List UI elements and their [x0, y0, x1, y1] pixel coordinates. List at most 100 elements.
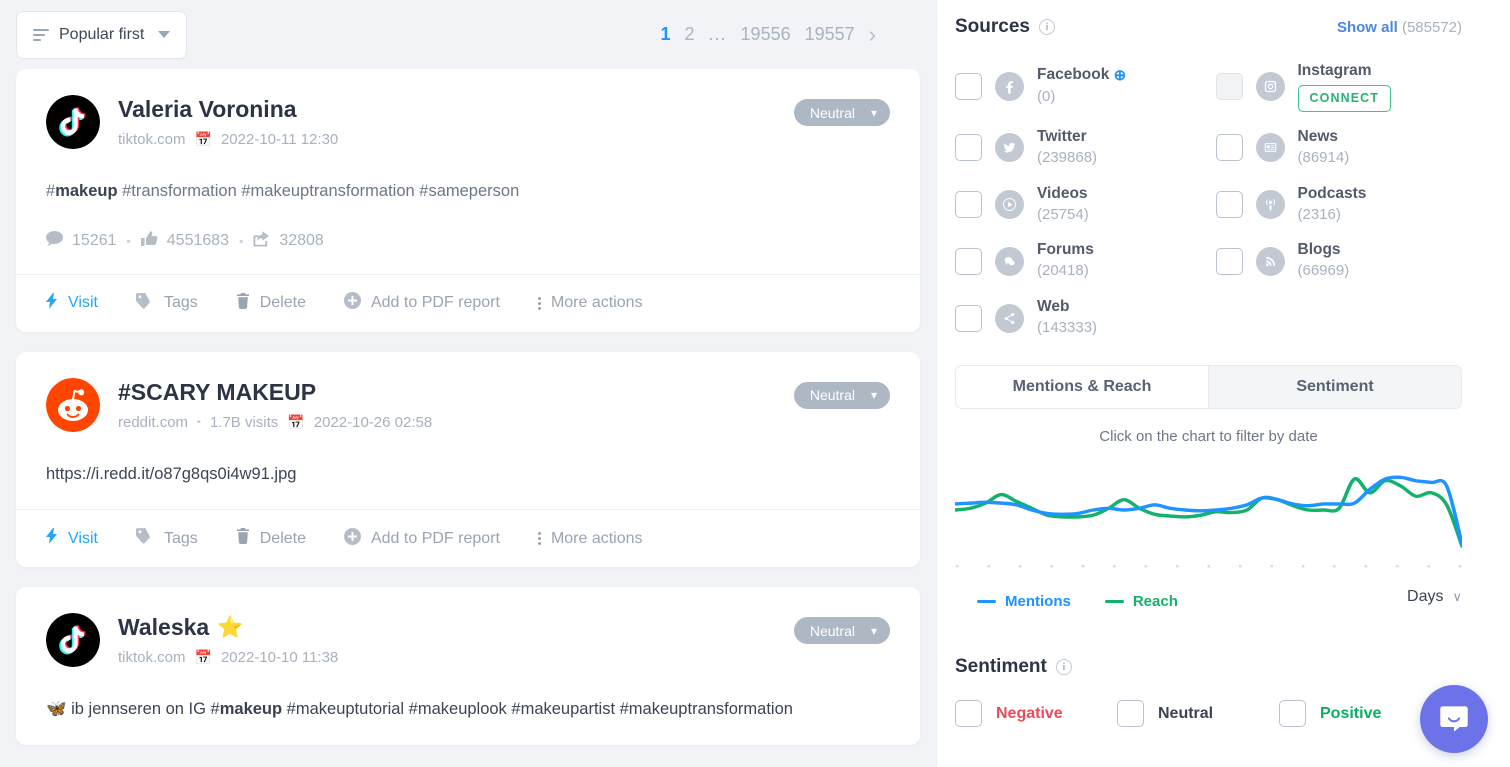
- mentions-feed-panel: Popular first 1 2 ... 19556 19557 › Vale…: [0, 0, 936, 767]
- more-actions-label: More actions: [550, 294, 643, 312]
- mention-text: https://i.redd.it/o87g8qs0i4w91.jpg: [46, 464, 297, 483]
- tab-mentions-reach[interactable]: Mentions & Reach: [956, 366, 1208, 408]
- mention-actions: Visit Tags Delete Add to PDF report More…: [16, 273, 920, 332]
- plus-circle-icon[interactable]: ⊕: [1114, 67, 1127, 84]
- source-web[interactable]: Web (143333): [955, 297, 1202, 339]
- status-badge[interactable]: Neutral ▾: [793, 617, 890, 645]
- source-news[interactable]: News (86914): [1215, 127, 1463, 169]
- mention-text: 🦋 ib jennseren on IG #makeup #makeuptuto…: [46, 697, 890, 723]
- next-page-chevron-icon[interactable]: ›: [869, 23, 876, 46]
- page-19556[interactable]: 19556: [741, 24, 791, 45]
- source-checkbox-blogs[interactable]: [1215, 247, 1243, 275]
- legend-reach[interactable]: Reach: [1104, 593, 1178, 611]
- page-2[interactable]: 2: [685, 24, 695, 45]
- source-count: (66969): [1297, 262, 1350, 280]
- comment-icon: [46, 231, 63, 251]
- granularity-dropdown[interactable]: Days ∨: [1407, 588, 1462, 606]
- source-label-twitter: Twitter (239868): [1037, 127, 1097, 169]
- delete-button[interactable]: Delete: [236, 292, 306, 314]
- mention-domain[interactable]: tiktok.com: [118, 649, 186, 666]
- lightning-icon: [46, 292, 58, 314]
- news-icon: [1255, 133, 1285, 163]
- plus-circle-icon: [343, 292, 361, 314]
- sentiment-checkbox-negative[interactable]: [955, 700, 982, 728]
- mention-meta: tiktok.com 📅 2022-10-11 12:30: [118, 131, 890, 148]
- visit-button[interactable]: Visit: [46, 292, 98, 314]
- chat-icon: [1440, 706, 1468, 732]
- sentiment-filter-positive[interactable]: Positive: [1279, 700, 1441, 728]
- instagram-connect-button[interactable]: CONNECT: [1297, 84, 1392, 112]
- source-twitter[interactable]: Twitter (239868): [955, 127, 1202, 169]
- more-actions-button[interactable]: More actions: [537, 529, 643, 548]
- chart-line-mentions: [955, 475, 1462, 547]
- tiktok-logo-icon: [46, 613, 100, 668]
- add-to-pdf-label: Add to PDF report: [370, 529, 500, 547]
- mention-text-highlight: makeup: [55, 182, 118, 200]
- sort-dropdown[interactable]: Popular first: [16, 10, 188, 59]
- visit-label: Visit: [68, 529, 98, 547]
- add-to-pdf-button[interactable]: Add to PDF report: [343, 527, 500, 550]
- mention-date: 2022-10-10 11:38: [220, 649, 339, 667]
- sentiment-label: Neutral: [809, 622, 855, 639]
- mention-domain[interactable]: reddit.com: [118, 414, 188, 431]
- mention-author[interactable]: #SCARY MAKEUP: [118, 379, 890, 405]
- tags-button[interactable]: Tags: [135, 292, 198, 314]
- source-checkbox-forums[interactable]: [955, 247, 982, 275]
- status-badge[interactable]: Neutral ▾: [793, 381, 890, 409]
- mentions-reach-chart[interactable]: [955, 459, 1462, 579]
- mention-domain[interactable]: tiktok.com: [118, 131, 186, 148]
- add-to-pdf-button[interactable]: Add to PDF report: [343, 292, 500, 314]
- tab-sentiment[interactable]: Sentiment: [1208, 366, 1461, 409]
- source-name: Web: [1037, 298, 1070, 316]
- facebook-icon: [995, 71, 1024, 101]
- status-badge[interactable]: Neutral ▾: [793, 99, 890, 126]
- legend-mentions[interactable]: Mentions: [977, 593, 1071, 610]
- more-actions-button[interactable]: More actions: [537, 294, 643, 312]
- sources-header: Sources i Show all (585572): [955, 16, 1462, 38]
- source-podcasts[interactable]: Podcasts (2316): [1215, 184, 1463, 226]
- source-checkbox-news[interactable]: [1215, 134, 1243, 162]
- page-1[interactable]: 1: [661, 24, 671, 45]
- page-ellipsis: ...: [708, 24, 727, 44]
- intercom-chat-button[interactable]: [1420, 685, 1488, 753]
- more-actions-label: More actions: [550, 529, 643, 547]
- source-videos[interactable]: Videos (25754): [955, 184, 1202, 226]
- show-all-sources-link[interactable]: Show all (585572): [1337, 19, 1462, 36]
- source-name: Facebook: [1037, 66, 1110, 84]
- tags-button[interactable]: Tags: [135, 528, 198, 549]
- legend-label-reach: Reach: [1132, 593, 1178, 611]
- delete-button[interactable]: Delete: [236, 528, 306, 549]
- mention-card-body: Valeria Voronina tiktok.com 📅 2022-10-11…: [16, 69, 920, 274]
- source-checkbox-facebook[interactable]: [955, 72, 982, 100]
- source-instagram[interactable]: Instagram CONNECT: [1215, 61, 1463, 112]
- source-checkbox-videos[interactable]: [955, 191, 982, 219]
- source-blogs[interactable]: Blogs (66969): [1215, 240, 1463, 282]
- visit-button[interactable]: Visit: [46, 528, 98, 549]
- mention-header: Waleska ⭐ tiktok.com 📅 2022-10-10 11:38 …: [46, 613, 890, 668]
- sentiment-filter-neutral[interactable]: Neutral: [1117, 700, 1279, 728]
- feed-toolbar: Popular first 1 2 ... 19556 19557 ›: [16, 0, 920, 69]
- mention-author[interactable]: Waleska ⭐: [118, 614, 890, 640]
- source-count: (25754): [1037, 205, 1089, 223]
- source-facebook[interactable]: Facebook ⊕ (0): [955, 61, 1202, 112]
- sentiment-filter-negative[interactable]: Negative: [955, 700, 1117, 728]
- source-count: (2316): [1297, 205, 1341, 223]
- source-name: Instagram: [1297, 62, 1372, 79]
- sort-list-icon: [33, 28, 49, 41]
- source-name: News: [1297, 127, 1339, 145]
- sentiment-checkbox-neutral[interactable]: [1117, 700, 1144, 728]
- page-19557[interactable]: 19557: [805, 24, 855, 45]
- source-checkbox-twitter[interactable]: [955, 134, 982, 162]
- source-checkbox-web[interactable]: [955, 304, 982, 332]
- comments-stat: 15261: [46, 231, 117, 251]
- info-icon[interactable]: i: [1038, 19, 1055, 35]
- engagement-stats: 15261 ▪ 4551683 ▪ 32808: [46, 230, 890, 252]
- mention-author[interactable]: Valeria Voronina: [118, 96, 890, 122]
- sentiment-checkbox-positive[interactable]: [1279, 700, 1306, 728]
- info-icon[interactable]: i: [1055, 659, 1072, 676]
- chart-svg[interactable]: [955, 459, 1462, 579]
- source-forums[interactable]: Forums (20418): [955, 240, 1202, 282]
- source-label-blogs: Blogs (66969): [1298, 240, 1350, 282]
- chevron-down-icon: ▾: [870, 105, 877, 120]
- source-checkbox-podcasts[interactable]: [1215, 191, 1243, 219]
